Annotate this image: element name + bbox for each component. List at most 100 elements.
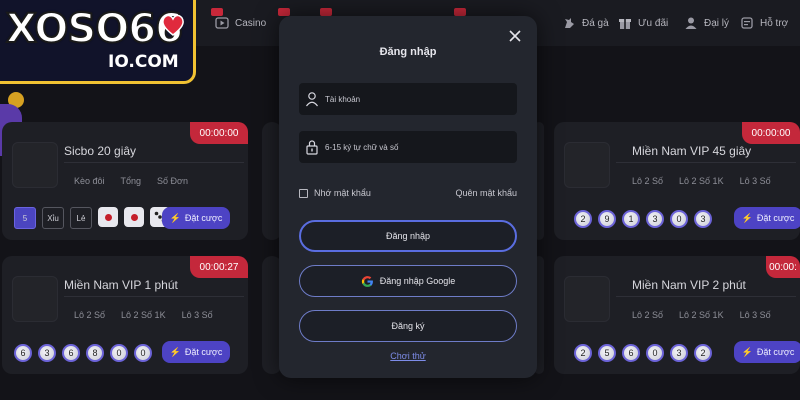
title-divider — [616, 296, 796, 297]
countdown-timer: 00:00: — [766, 256, 800, 278]
result-ball: 2 — [574, 344, 592, 362]
tab-single[interactable]: Số Đơn — [157, 176, 188, 186]
result-ball: 5 — [598, 344, 616, 362]
nav-item-cockfight[interactable]: Đá gà — [562, 0, 609, 46]
tab-pair[interactable]: Kèo đôi — [74, 176, 105, 186]
password-input[interactable] — [325, 142, 505, 152]
result-ball: 0 — [670, 210, 688, 228]
try-play-link[interactable]: Chơi thử — [279, 351, 537, 361]
option-small[interactable]: Xỉu — [42, 207, 64, 229]
game-thumbnail — [564, 276, 610, 322]
title-divider — [64, 296, 244, 297]
remember-row: Nhớ mật khẩu Quên mật khẩu — [299, 188, 517, 198]
result-ball: 0 — [646, 344, 664, 362]
result-ball: 3 — [646, 210, 664, 228]
result-ball: 6 — [14, 344, 32, 362]
google-login-label: Đăng nhập Google — [379, 276, 456, 286]
result-ball: 0 — [134, 344, 152, 362]
username-field[interactable] — [299, 83, 517, 115]
place-bet-button[interactable]: ⚡ Đặt cược — [162, 341, 230, 363]
result-ball: 2 — [694, 344, 712, 362]
logo-subtext: IO.COM — [108, 52, 179, 72]
tab-lo-3[interactable]: Lô 3 Số — [740, 310, 771, 320]
tab-lo-2-1k[interactable]: Lô 2 Số 1K — [679, 310, 724, 320]
login-button[interactable]: Đăng nhập — [299, 220, 517, 252]
place-bet-button[interactable]: ⚡ Đặt cược — [734, 341, 800, 363]
hot-badge — [211, 8, 223, 16]
game-thumbnail — [12, 276, 58, 322]
bet-label: Đặt cược — [756, 347, 795, 357]
result-ball: 3 — [694, 210, 712, 228]
bet-type-tabs: Kèo đôi Tổng Số Đơn — [74, 176, 188, 186]
login-modal: Đăng nhập Nhớ mật khẩu Quên mật — [279, 16, 537, 378]
result-balls: 2 5 6 0 3 2 — [574, 344, 712, 362]
game-thumbnail — [564, 142, 610, 188]
option-odd[interactable]: Lẻ — [70, 207, 92, 229]
game-thumbnail — [12, 142, 58, 188]
result-ball: 0 — [110, 344, 128, 362]
google-login-button[interactable]: Đăng nhập Google — [299, 265, 517, 297]
tab-lo-3[interactable]: Lô 3 Số — [182, 310, 213, 320]
tab-total[interactable]: Tổng — [121, 176, 142, 186]
bet-label: Đặt cược — [756, 213, 795, 223]
register-label: Đăng ký — [391, 321, 425, 331]
nav-item-casino[interactable]: Casino — [211, 0, 266, 46]
lightning-icon: ⚡ — [741, 212, 753, 223]
countdown-timer: 00:00:00 — [742, 122, 800, 144]
bet-label: Đặt cược — [184, 347, 223, 357]
agent-icon — [684, 16, 698, 30]
title-divider — [616, 162, 796, 163]
nav-label: Hỗ trợ — [760, 17, 789, 29]
close-button[interactable] — [507, 28, 523, 44]
result-ball: 6 — [62, 344, 80, 362]
countdown-timer: 00:00:00 — [190, 122, 248, 144]
bet-type-tabs: Lô 2 Số Lô 2 Số 1K Lô 3 Số — [74, 310, 213, 320]
tab-lo-2-1k[interactable]: Lô 2 Số 1K — [679, 176, 724, 186]
tab-lo-2[interactable]: Lô 2 Số — [632, 310, 663, 320]
game-card-mien-nam-45[interactable]: Miền Nam VIP 45 giây 00:00:00 Lô 2 Số Lô… — [554, 122, 800, 240]
remember-checkbox[interactable] — [299, 188, 308, 198]
username-input[interactable] — [325, 94, 505, 104]
remember-label: Nhớ mật khẩu — [314, 188, 371, 198]
login-label: Đăng nhập — [385, 231, 431, 241]
lightning-icon: ⚡ — [169, 212, 181, 223]
google-icon — [361, 275, 373, 287]
nav-item-agent[interactable]: Đại lý — [684, 0, 729, 46]
page: Casino Đá gà Ưu đãi Đại lý Hỗ trợ XOSO66… — [0, 0, 800, 400]
tab-lo-3[interactable]: Lô 3 Số — [740, 176, 771, 186]
modal-title: Đăng nhập — [379, 46, 437, 58]
close-icon — [509, 30, 521, 42]
sicbo-options: 5 Xỉu Lẻ — [14, 207, 170, 229]
result-ball: 2 — [574, 210, 592, 228]
bet-type-tabs: Lô 2 Số Lô 2 Số 1K Lô 3 Số — [632, 310, 771, 320]
nav-item-promotions[interactable]: Ưu đãi — [618, 0, 668, 46]
place-bet-button[interactable]: ⚡ Đặt cược — [162, 207, 230, 229]
result-ball: 6 — [622, 344, 640, 362]
game-card-sicbo[interactable]: Sicbo 20 giây 00:00:00 Kèo đôi Tổng Số Đ… — [2, 122, 248, 240]
game-title: Miền Nam VIP 45 giây — [632, 144, 752, 158]
tab-lo-2-1k[interactable]: Lô 2 Số 1K — [121, 310, 166, 320]
result-balls: 2 9 1 3 0 3 — [574, 210, 712, 228]
result-ball: 1 — [622, 210, 640, 228]
lightning-icon: ⚡ — [169, 346, 181, 357]
register-button[interactable]: Đăng ký — [299, 310, 517, 342]
tab-lo-2[interactable]: Lô 2 Số — [632, 176, 663, 186]
password-field[interactable] — [299, 131, 517, 163]
place-bet-button[interactable]: ⚡ Đặt cược — [734, 207, 800, 229]
hot-badge — [320, 8, 332, 16]
nav-label: Đại lý — [704, 17, 730, 29]
nav-label: Đá gà — [582, 17, 609, 29]
hot-badge — [278, 8, 290, 16]
hot-badge — [454, 8, 466, 16]
game-card-mien-nam-2[interactable]: Miền Nam VIP 2 phút 00:00: Lô 2 Số Lô 2 … — [554, 256, 800, 374]
countdown-timer: 00:00:27 — [190, 256, 248, 278]
forgot-password-link[interactable]: Quên mật khẩu — [455, 188, 517, 198]
game-title: Miền Nam VIP 1 phút — [64, 278, 178, 292]
remember-password[interactable]: Nhớ mật khẩu — [299, 188, 371, 198]
nav-item-support[interactable]: Hỗ trợ — [740, 0, 788, 46]
option-five[interactable]: 5 — [14, 207, 36, 229]
user-icon — [306, 92, 318, 107]
site-logo[interactable]: XOSO66 IO.COM — [0, 0, 196, 84]
game-card-mien-nam-1[interactable]: Miền Nam VIP 1 phút 00:00:27 Lô 2 Số Lô … — [2, 256, 248, 374]
tab-lo-2[interactable]: Lô 2 Số — [74, 310, 105, 320]
